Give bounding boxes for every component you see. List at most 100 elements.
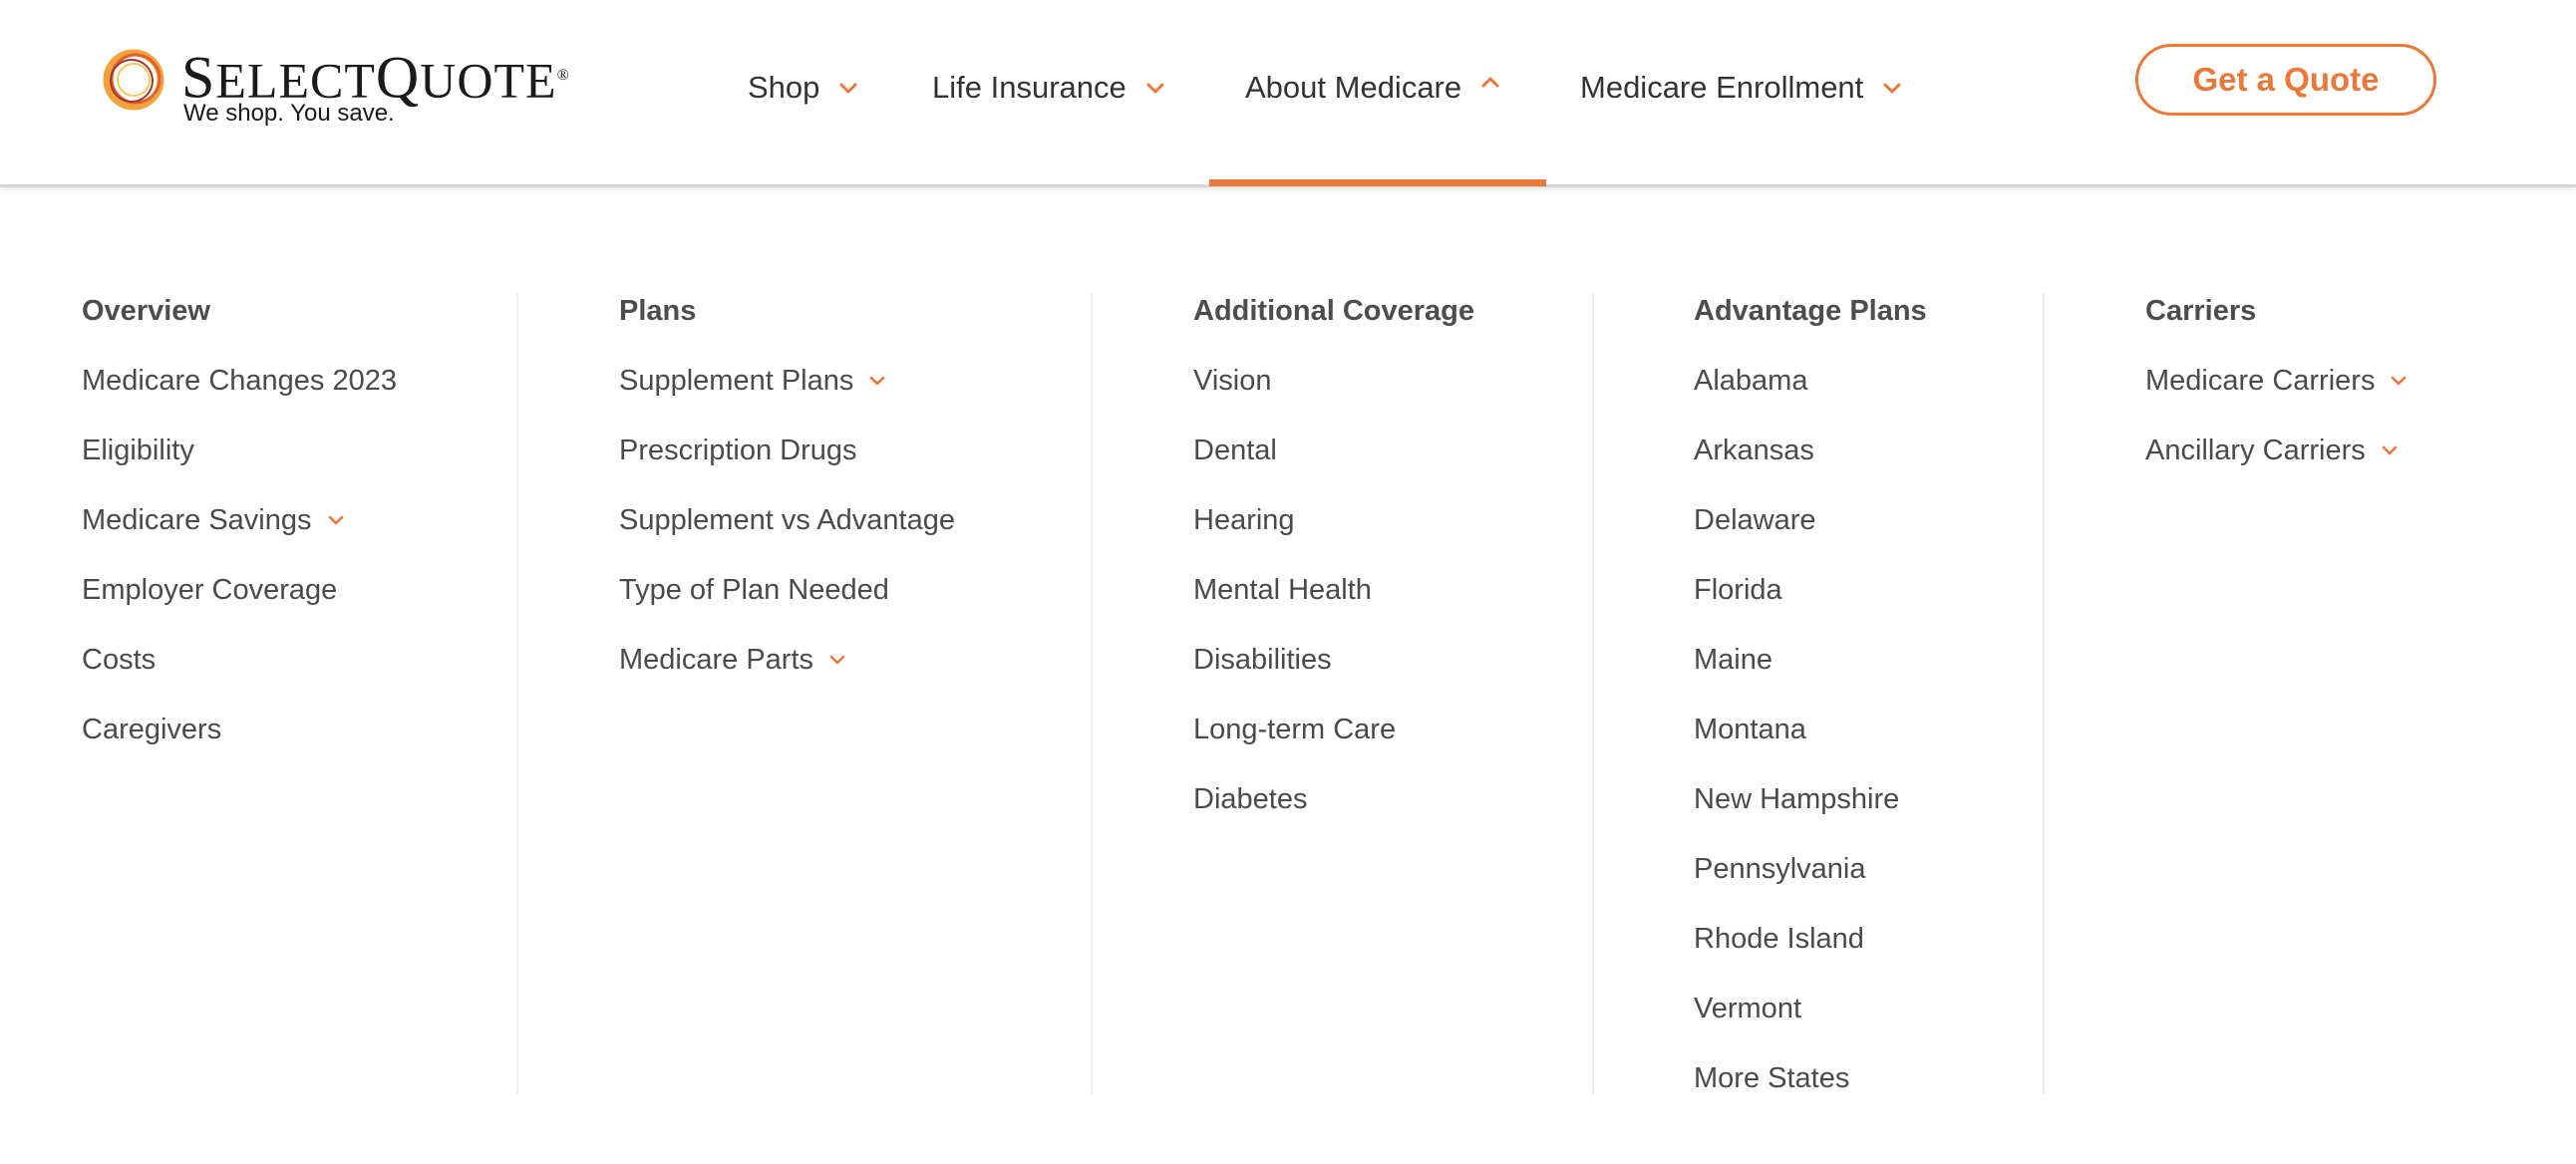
link-label: Caregivers: [82, 714, 222, 745]
menu-link-diabetes[interactable]: Diabetes: [1193, 779, 1474, 819]
nav-medicare-enrollment[interactable]: Medicare Enrollment: [1580, 58, 1903, 118]
menu-link-hearing[interactable]: Hearing: [1193, 500, 1474, 540]
chevron-down-icon: [1883, 83, 1901, 94]
menu-link-prescription-drugs[interactable]: Prescription Drugs: [619, 431, 955, 470]
link-label: Hearing: [1193, 504, 1295, 536]
column-divider: [516, 293, 518, 1094]
menu-link-rhode-island[interactable]: Rhode Island: [1694, 919, 1927, 959]
logo-text-uote: UOTE: [420, 52, 557, 109]
link-label: Maine: [1694, 644, 1772, 676]
link-label: Dental: [1193, 435, 1277, 466]
menu-link-montana[interactable]: Montana: [1694, 710, 1927, 749]
menu-link-medicare-parts[interactable]: Medicare Parts: [619, 640, 955, 680]
selectquote-logo[interactable]: SELECTQUOTE® We shop. You save.: [98, 44, 569, 134]
menu-link-supplement-plans[interactable]: Supplement Plans: [619, 361, 955, 401]
link-label: Pennsylvania: [1694, 853, 1866, 885]
menu-link-caregivers[interactable]: Caregivers: [82, 710, 397, 749]
site-header: SELECTQUOTE® We shop. You save. Shop Lif…: [0, 0, 2576, 187]
nav-label: About Medicare: [1245, 70, 1462, 105]
link-label: Vermont: [1694, 993, 1801, 1024]
chevron-down-icon[interactable]: [2389, 371, 2409, 391]
menu-link-pennsylvania[interactable]: Pennsylvania: [1694, 849, 1927, 889]
link-label: Medicare Savings: [82, 504, 312, 536]
chevron-down-icon[interactable]: [827, 650, 847, 670]
link-label: Eligibility: [82, 435, 194, 466]
nav-label: Shop: [748, 70, 820, 105]
menu-link-disabilities[interactable]: Disabilities: [1193, 640, 1474, 680]
link-label: Type of Plan Needed: [619, 574, 889, 606]
menu-link-eligibility[interactable]: Eligibility: [82, 431, 397, 470]
column-heading-plans[interactable]: Plans: [619, 291, 955, 331]
chevron-down-icon[interactable]: [326, 510, 346, 530]
menu-link-maine[interactable]: Maine: [1694, 640, 1927, 680]
column-heading-carriers[interactable]: Carriers: [2145, 291, 2409, 331]
link-label: Medicare Parts: [619, 644, 814, 676]
column-heading-additional-coverage[interactable]: Additional Coverage: [1193, 291, 1474, 331]
menu-link-dental[interactable]: Dental: [1193, 431, 1474, 470]
link-label: Long-term Care: [1193, 714, 1397, 745]
link-label: Mental Health: [1193, 574, 1372, 606]
menu-link-medicare-carriers[interactable]: Medicare Carriers: [2145, 361, 2409, 401]
link-label: Costs: [82, 644, 157, 676]
column-divider: [2043, 293, 2045, 1094]
link-label: Supplement vs Advantage: [619, 504, 955, 536]
menu-link-florida[interactable]: Florida: [1694, 570, 1927, 610]
link-label: Arkansas: [1694, 435, 1814, 466]
link-label: Florida: [1694, 574, 1782, 606]
menu-column-overview: Overview Medicare Changes 2023 Eligibili…: [82, 291, 397, 749]
menu-link-supplement-vs-advantage[interactable]: Supplement vs Advantage: [619, 500, 955, 540]
nav-life-insurance[interactable]: Life Insurance: [932, 58, 1166, 118]
chevron-down-icon[interactable]: [867, 371, 887, 391]
column-divider: [1091, 293, 1093, 1094]
menu-column-carriers: Carriers Medicare Carriers Ancillary Car…: [2145, 291, 2409, 470]
menu-link-vision[interactable]: Vision: [1193, 361, 1474, 401]
menu-link-ancillary-carriers[interactable]: Ancillary Carriers: [2145, 431, 2409, 470]
active-nav-indicator: [1209, 179, 1546, 186]
menu-column-plans: Plans Supplement Plans Prescription Drug…: [619, 291, 955, 680]
link-label: Disabilities: [1193, 644, 1332, 676]
menu-link-mental-health[interactable]: Mental Health: [1193, 570, 1474, 610]
link-label: More States: [1694, 1062, 1850, 1094]
link-label: Montana: [1694, 714, 1806, 745]
menu-link-costs[interactable]: Costs: [82, 640, 397, 680]
menu-link-medicare-changes-2023[interactable]: Medicare Changes 2023: [82, 361, 397, 401]
menu-link-arkansas[interactable]: Arkansas: [1694, 431, 1927, 470]
link-label: Prescription Drugs: [619, 435, 857, 466]
menu-link-long-term-care[interactable]: Long-term Care: [1193, 710, 1474, 749]
link-label: Medicare Changes 2023: [82, 365, 397, 397]
logo-tagline: We shop. You save.: [183, 100, 395, 127]
link-label: Vision: [1193, 365, 1272, 397]
link-label: Rhode Island: [1694, 923, 1864, 955]
menu-link-vermont[interactable]: Vermont: [1694, 989, 1927, 1028]
link-label: Alabama: [1694, 365, 1808, 397]
menu-link-type-of-plan-needed[interactable]: Type of Plan Needed: [619, 570, 955, 610]
menu-column-advantage-plans: Advantage Plans Alabama Arkansas Delawar…: [1694, 291, 1927, 1098]
link-label: Supplement Plans: [619, 365, 854, 397]
chevron-down-icon: [839, 83, 857, 94]
nav-about-medicare[interactable]: About Medicare: [1245, 58, 1501, 118]
menu-link-new-hampshire[interactable]: New Hampshire: [1694, 779, 1927, 819]
nav-label: Medicare Enrollment: [1580, 70, 1864, 105]
menu-link-more-states[interactable]: More States: [1694, 1058, 1927, 1098]
link-label: Medicare Carriers: [2145, 365, 2376, 397]
menu-column-additional-coverage: Additional Coverage Vision Dental Hearin…: [1193, 291, 1474, 819]
link-label: Employer Coverage: [82, 574, 338, 606]
column-heading-overview[interactable]: Overview: [82, 291, 397, 331]
chevron-down-icon: [1146, 83, 1164, 94]
menu-link-delaware[interactable]: Delaware: [1694, 500, 1927, 540]
column-heading-advantage-plans[interactable]: Advantage Plans: [1694, 291, 1927, 331]
get-a-quote-button[interactable]: Get a Quote: [2135, 44, 2436, 116]
nav-label: Life Insurance: [932, 70, 1127, 105]
menu-link-medicare-savings[interactable]: Medicare Savings: [82, 500, 397, 540]
link-label: Diabetes: [1193, 783, 1308, 815]
link-label: Delaware: [1694, 504, 1816, 536]
nav-shop[interactable]: Shop: [748, 58, 859, 118]
menu-link-employer-coverage[interactable]: Employer Coverage: [82, 570, 397, 610]
column-divider: [1592, 293, 1594, 1094]
menu-link-alabama[interactable]: Alabama: [1694, 361, 1927, 401]
link-label: Ancillary Carriers: [2145, 435, 2366, 466]
link-label: New Hampshire: [1694, 783, 1900, 815]
logo-rings-icon: [103, 49, 164, 111]
chevron-down-icon[interactable]: [2380, 440, 2400, 460]
registered-mark: ®: [556, 67, 570, 84]
